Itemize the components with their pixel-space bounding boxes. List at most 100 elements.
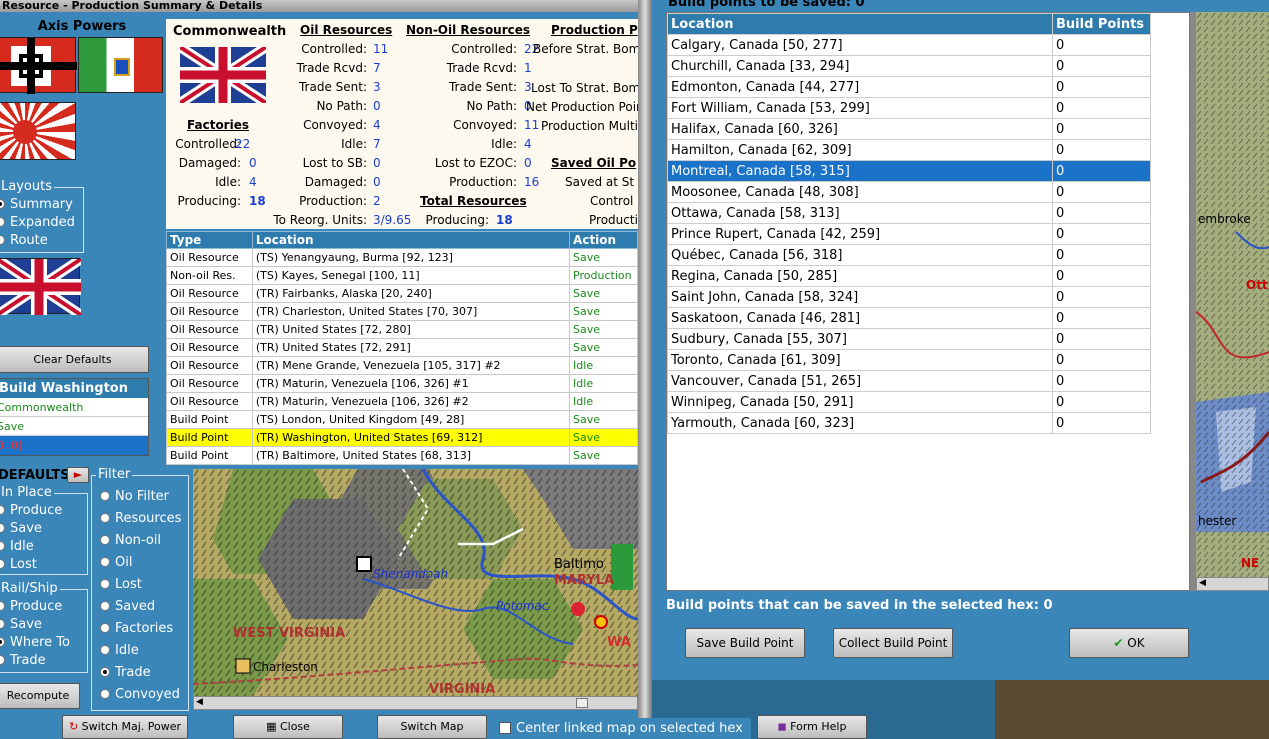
factories-idle-label: Idle: [215, 175, 241, 189]
list-item[interactable]: Toronto, Canada [61, 309] 0 [667, 349, 1151, 371]
cell-location: (TS) Kayes, Senegal [100, 11] [251, 266, 571, 285]
oil-row-label: Trade Rcvd: [296, 61, 367, 75]
scroll-left-arrow-icon[interactable]: ◀ [1199, 578, 1206, 588]
cell-action: Idle [569, 356, 638, 375]
layout-expanded-radio[interactable]: Expanded [0, 215, 75, 230]
table-row[interactable]: Oil Resource (TR) United States [72, 291]… [166, 338, 638, 357]
list-item[interactable]: Yarmouth, Canada [60, 323] 0 [667, 412, 1151, 434]
oil-row-label: To Reorg. Units: [273, 213, 367, 227]
map-horizontal-scrollbar[interactable]: ◀ [193, 696, 638, 710]
save-build-point-button[interactable]: Save Build Point [685, 628, 805, 658]
rail-save-radio[interactable]: Save [0, 617, 42, 632]
location-column-header[interactable]: Location [251, 231, 571, 249]
filter-non-oil-radio[interactable]: Non-oil [100, 533, 161, 548]
ok-button[interactable]: ✔ OK [1069, 628, 1189, 658]
list-item[interactable]: Prince Rupert, Canada [42, 259] 0 [667, 223, 1151, 245]
filter-saved-radio[interactable]: Saved [100, 599, 155, 614]
rail-trade-radio[interactable]: Trade [0, 653, 46, 668]
oil-row-value: 0 [373, 156, 381, 170]
table-row[interactable]: Oil Resource (TR) Charleston, United Stat… [166, 302, 638, 321]
list-item[interactable]: Moosonee, Canada [48, 308] 0 [667, 181, 1151, 203]
cell-location: (TR) Baltimore, United States [68, 313] [251, 446, 571, 465]
list-item[interactable]: Regina, Canada [50, 285] 0 [667, 265, 1151, 287]
list-item[interactable]: Winnipeg, Canada [50, 291] 0 [667, 391, 1151, 413]
defaults-arrow-button[interactable]: ► [67, 467, 89, 483]
type-column-header[interactable]: Type [166, 231, 253, 249]
list-item[interactable]: Montreal, Canada [58, 315] 0 [667, 160, 1151, 182]
filter-factories-radio[interactable]: Factories [100, 621, 173, 636]
list-item[interactable]: Vancouver, Canada [51, 265] 0 [667, 370, 1151, 392]
filter-convoyed-radio[interactable]: Convoyed [100, 687, 180, 702]
table-row[interactable]: Oil Resource (TR) Maturin, Venezuela [106… [166, 392, 638, 411]
cell-points: 0 [1052, 55, 1151, 77]
close-button[interactable]: ▦ Close [233, 715, 343, 739]
map-label-shenandoah: Shenandoah [373, 567, 449, 581]
germany-flag[interactable] [0, 37, 77, 94]
strategic-map[interactable]: embroke Ott hester NE [1196, 12, 1269, 577]
cell-points: 0 [1052, 97, 1151, 119]
filter-idle-radio[interactable]: Idle [100, 643, 139, 658]
table-row[interactable]: Oil Resource (TR) Maturin, Venezuela [106… [166, 374, 638, 393]
switch-map-button[interactable]: Switch Map [377, 715, 487, 739]
inplace-produce-radio[interactable]: Produce [0, 503, 62, 518]
table-row[interactable]: Oil Resource (TR) Mene Grande, Venezuela … [166, 356, 638, 375]
list-item[interactable]: Hamilton, Canada [62, 309] 0 [667, 139, 1151, 161]
table-row[interactable]: Build Point (TR) Baltimore, United States… [166, 446, 638, 465]
cell-points: 0 [1052, 391, 1151, 413]
table-row[interactable]: Oil Resource (TS) Yenangyaung, Burma [92,… [166, 248, 638, 267]
table-row[interactable]: Build Point (TR) Washington, United State… [166, 428, 638, 447]
switch-major-power-button[interactable]: ↻ Switch Maj. Power [62, 715, 188, 739]
inplace-idle-radio[interactable]: Idle [0, 539, 34, 554]
clear-defaults-button[interactable]: Clear Defaults [0, 346, 149, 373]
form-help-button[interactable]: ◼ Form Help [757, 715, 867, 739]
uk-flag[interactable] [0, 254, 84, 320]
table-row[interactable]: Oil Resource (TR) United States [72, 280]… [166, 320, 638, 339]
layout-summary-radio[interactable]: Summary [0, 197, 73, 212]
table-row[interactable]: Oil Resource (TR) Fairbanks, Alaska [20, … [166, 284, 638, 303]
list-item[interactable]: Sudbury, Canada [55, 307] 0 [667, 328, 1151, 350]
list-item[interactable]: Halifax, Canada [60, 326] 0 [667, 118, 1151, 140]
axis-powers-label: Axis Powers [37, 19, 127, 34]
filter-lost-radio[interactable]: Lost [100, 577, 142, 592]
list-item[interactable]: Churchill, Canada [33, 294] 0 [667, 55, 1151, 77]
italy-flag[interactable] [78, 37, 163, 93]
action-column-header[interactable]: Action [569, 231, 638, 249]
rail-where-to-radio[interactable]: Where To [0, 635, 70, 650]
list-item[interactable]: Québec, Canada [56, 318] 0 [667, 244, 1151, 266]
inplace-lost-radio[interactable]: Lost [0, 557, 37, 572]
inplace-save-radio[interactable]: Save [0, 521, 42, 536]
list-item[interactable]: Ottawa, Canada [58, 313] 0 [667, 202, 1151, 224]
list-item[interactable]: Saskatoon, Canada [46, 281] 0 [667, 307, 1151, 329]
filter-no-filter-radio[interactable]: No Filter [100, 489, 169, 504]
cell-type: Oil Resource [166, 320, 253, 339]
table-row[interactable]: Build Point (TS) London, United Kingdom [… [166, 410, 638, 429]
location-column-header[interactable]: Location [667, 13, 1053, 35]
japan-flag[interactable] [0, 102, 76, 160]
layout-route-radio[interactable]: Route [0, 233, 48, 248]
strategic-map-scrollbar[interactable]: ◀ [1196, 577, 1269, 591]
center-linked-map-checkbox[interactable]: Center linked map on selected hex [491, 718, 751, 739]
filter-trade-radio[interactable]: Trade [100, 665, 151, 680]
tactical-map[interactable]: Shenandoah Potomac Baltimo MARYLA WEST V… [193, 469, 638, 696]
collect-build-point-button[interactable]: Collect Build Point [833, 628, 953, 658]
build-points-column-header[interactable]: Build Points [1052, 13, 1151, 35]
close-icon: ▦ [266, 720, 277, 733]
rail-produce-radio[interactable]: Produce [0, 599, 62, 614]
recompute-button[interactable]: Recompute [0, 683, 80, 709]
switch-major-power-label: Switch Maj. Power [81, 720, 182, 733]
build-points-status: Build points that can be saved in the se… [666, 598, 1053, 613]
list-item[interactable]: Calgary, Canada [50, 277] 0 [667, 34, 1151, 56]
table-row[interactable]: Non-oil Res. (TS) Kayes, Senegal [100, 11… [166, 266, 638, 285]
cell-location: (TR) Mene Grande, Venezuela [105, 317] #… [251, 356, 571, 375]
cell-points: 0 [1052, 349, 1151, 371]
filter-oil-radio[interactable]: Oil [100, 555, 132, 570]
list-item[interactable]: Fort William, Canada [53, 299] 0 [667, 97, 1151, 119]
scroll-left-arrow-icon[interactable]: ◀ [196, 697, 208, 709]
saved-production-label: Producti [589, 213, 638, 227]
checkbox-icon [499, 722, 511, 734]
scroll-thumb[interactable] [576, 698, 588, 708]
filter-resources-radio[interactable]: Resources [100, 511, 181, 526]
map-label-virginia: VIRGINIA [429, 682, 496, 696]
list-item[interactable]: Edmonton, Canada [44, 277] 0 [667, 76, 1151, 98]
list-item[interactable]: Saint John, Canada [58, 324] 0 [667, 286, 1151, 308]
